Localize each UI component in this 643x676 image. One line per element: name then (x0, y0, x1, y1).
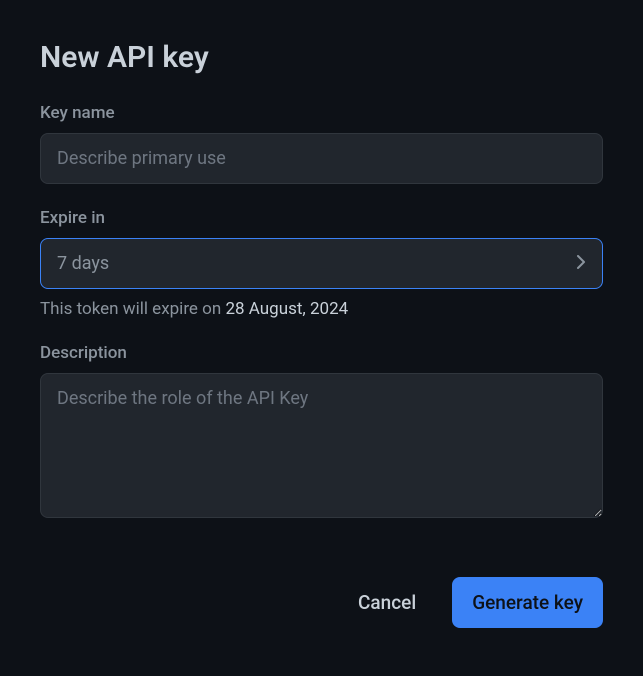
generate-key-button[interactable]: Generate key (452, 577, 603, 628)
description-textarea[interactable] (40, 373, 603, 518)
expire-note: This token will expire on 28 August, 202… (40, 299, 603, 319)
expire-note-prefix: This token will expire on (40, 299, 225, 319)
modal-title: New API key (40, 40, 603, 75)
cancel-button[interactable]: Cancel (338, 577, 436, 628)
key-name-group: Key name (40, 103, 603, 184)
button-row: Cancel Generate key (40, 577, 603, 628)
description-group: Description (40, 343, 603, 522)
expire-in-group: Expire in 7 days This token will expire … (40, 208, 603, 319)
expire-date: 28 August, 2024 (225, 299, 348, 319)
key-name-input[interactable] (40, 133, 603, 184)
expire-in-label: Expire in (40, 208, 603, 228)
expire-in-select[interactable]: 7 days (40, 238, 603, 289)
description-label: Description (40, 343, 603, 363)
chevron-right-icon (576, 253, 586, 274)
key-name-label: Key name (40, 103, 603, 123)
expire-in-selected-value: 7 days (57, 253, 109, 274)
